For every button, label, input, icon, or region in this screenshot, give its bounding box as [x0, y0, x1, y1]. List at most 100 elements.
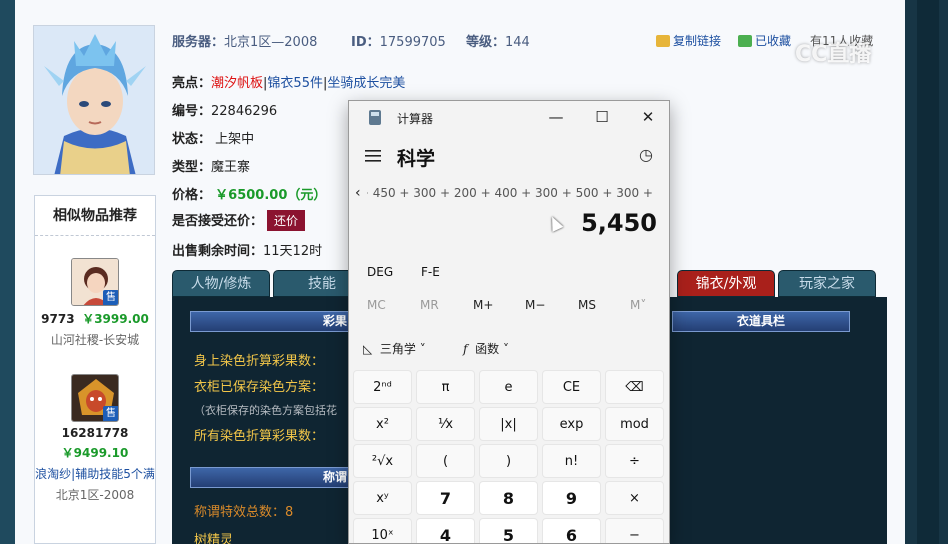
id-info: ID：17599705	[351, 35, 446, 50]
memory-add-button[interactable]: M+	[473, 298, 493, 312]
deg-button[interactable]: DEG	[367, 265, 393, 279]
expression-scroll-left-icon[interactable]: ‹	[355, 185, 361, 201]
calculator-title: 计算器	[397, 112, 434, 126]
trigonometry-dropdown[interactable]: ◺ 三角学 ˅	[363, 340, 426, 357]
title-count: 称谓特效总数：8	[194, 505, 294, 520]
title-first: 树精灵	[194, 533, 234, 544]
level-info: 等级：144	[466, 35, 530, 50]
key-sqrt[interactable]: ²√x	[353, 444, 412, 478]
key-ten-power[interactable]: 10ˣ	[353, 518, 412, 543]
key-square[interactable]: x²	[353, 407, 412, 441]
type-row: 类型：魔王寨	[172, 160, 251, 175]
time-row: 出售剩余时间：11天12时	[172, 244, 323, 259]
copy-link-button[interactable]: 复制链接	[656, 32, 721, 49]
left-background	[0, 0, 15, 544]
similar-item-price: ￥3999.00	[82, 312, 149, 326]
similar-item[interactable]: 售 9773 ￥3999.00 山河社稷-长安城	[35, 258, 155, 348]
close-icon[interactable]: ✕	[637, 106, 659, 128]
similar-item-highlight[interactable]: 浪淘纱|辅助技能5个满	[35, 465, 155, 482]
triangle-ruler-icon: ◺	[363, 342, 373, 356]
key-6[interactable]: 6	[542, 518, 601, 543]
hamburger-menu-icon[interactable]	[365, 149, 381, 163]
stream-watermark: CC直播	[795, 42, 872, 67]
similar-item-thumbnail[interactable]: 售	[71, 258, 119, 306]
right-background	[905, 0, 948, 544]
tab-character[interactable]: 人物/修炼	[172, 270, 270, 297]
bargain-button[interactable]: 还价	[267, 210, 306, 231]
chevron-down-icon: ˅	[502, 342, 509, 356]
minimize-icon[interactable]: —	[545, 106, 567, 128]
similar-item-price: ￥9499.10	[61, 446, 129, 460]
number-value: 22846296	[211, 104, 278, 119]
key-mod[interactable]: mod	[605, 407, 664, 441]
highlights-row: 亮点：潮汐帆板|锦衣55件|坐骑成长完美	[172, 76, 406, 91]
key-second[interactable]: 2ⁿᵈ	[353, 370, 412, 404]
time-value: 11天12时	[263, 244, 323, 259]
key-reciprocal[interactable]: ¹⁄x	[416, 407, 475, 441]
key-close-paren[interactable]: )	[479, 444, 538, 478]
key-pi[interactable]: π	[416, 370, 475, 404]
key-exp[interactable]: exp	[542, 407, 601, 441]
sale-tag: 售	[103, 406, 118, 421]
key-7[interactable]: 7	[416, 481, 475, 515]
key-e[interactable]: e	[479, 370, 538, 404]
tab-outfit[interactable]: 锦衣/外观	[677, 270, 775, 297]
similar-item-thumbnail[interactable]: 售	[71, 374, 119, 422]
level-value: 144	[505, 35, 530, 50]
key-open-paren[interactable]: (	[416, 444, 475, 478]
price-value: ￥6500.00（元）	[215, 188, 327, 203]
favorite-button[interactable]: 已收藏	[738, 32, 791, 49]
server-info: 服务器：北京1区—2008	[172, 35, 318, 50]
total-dye-label: 所有染色折算彩果数：	[194, 429, 325, 444]
chevron-down-icon: ˅	[419, 342, 426, 356]
similar-item-id: 16281778	[61, 426, 129, 440]
key-divide[interactable]: ÷	[605, 444, 664, 478]
character-avatar	[33, 25, 155, 175]
price-row: 价格： ￥6500.00（元）	[172, 188, 327, 203]
key-4[interactable]: 4	[416, 518, 475, 543]
favorite-add-icon	[738, 35, 752, 47]
fe-button[interactable]: F-E	[421, 265, 440, 279]
type-value: 魔王寨	[211, 160, 251, 175]
history-icon[interactable]: ◷	[637, 146, 655, 164]
tab-player-home[interactable]: 玩家之家	[778, 270, 876, 297]
key-ce[interactable]: CE	[542, 370, 601, 404]
highlight-item[interactable]: 坐骑成长完美	[327, 76, 405, 91]
mouse-cursor-icon	[546, 214, 564, 232]
similar-item[interactable]: 售 16281778 ￥9499.10 浪淘纱|辅助技能5个满 北京1区-200…	[35, 374, 155, 503]
function-dropdown[interactable]: f 函数 ˅	[463, 340, 509, 357]
calculator-mode: 科学	[397, 148, 436, 170]
calculator-app-icon	[369, 110, 381, 125]
similar-item-server[interactable]: 山河社稷-长安城	[35, 331, 155, 348]
key-subtract[interactable]: −	[605, 518, 664, 543]
maximize-icon[interactable]: ☐	[591, 106, 613, 128]
memory-store-button[interactable]: MS	[578, 298, 596, 312]
key-multiply[interactable]: ×	[605, 481, 664, 515]
section-bar-wardrobe: 衣道具栏	[672, 311, 850, 332]
calculator-titlebar[interactable]: 计算器 — ☐ ✕	[349, 101, 669, 133]
key-backspace-icon[interactable]: ⌫	[605, 370, 664, 404]
key-9[interactable]: 9	[542, 481, 601, 515]
key-abs[interactable]: |x|	[479, 407, 538, 441]
memory-list-button[interactable]: M˅	[630, 298, 646, 312]
key-power[interactable]: xʸ	[353, 481, 412, 515]
highlight-item[interactable]: 锦衣55件	[267, 76, 323, 91]
highlight-item[interactable]: 潮汐帆板	[211, 76, 263, 91]
calculator-window: 计算器 — ☐ ✕ 科学 ◷ ‹ 00 + 450 + 300 + 200 + …	[348, 100, 670, 544]
saved-dye-label: 衣柜已保存染色方案：	[194, 380, 325, 395]
sale-tag: 售	[103, 290, 118, 305]
key-5[interactable]: 5	[479, 518, 538, 543]
dye-count-label: 身上染色折算彩果数：	[194, 354, 325, 369]
dye-note: （衣柜保存的染色方案包括花	[194, 404, 337, 417]
memory-clear-button[interactable]: MC	[367, 298, 386, 312]
memory-recall-button[interactable]: MR	[420, 298, 439, 312]
memory-subtract-button[interactable]: M−	[525, 298, 545, 312]
status-row: 状态： 上架中	[172, 132, 255, 147]
similar-items-title: 相似物品推荐	[35, 196, 155, 236]
right-stripe	[917, 0, 939, 544]
server-value: 北京1区—2008	[224, 35, 318, 50]
key-factorial[interactable]: n!	[542, 444, 601, 478]
id-value: 17599705	[379, 35, 446, 50]
similar-item-server[interactable]: 北京1区-2008	[35, 486, 155, 503]
key-8[interactable]: 8	[479, 481, 538, 515]
